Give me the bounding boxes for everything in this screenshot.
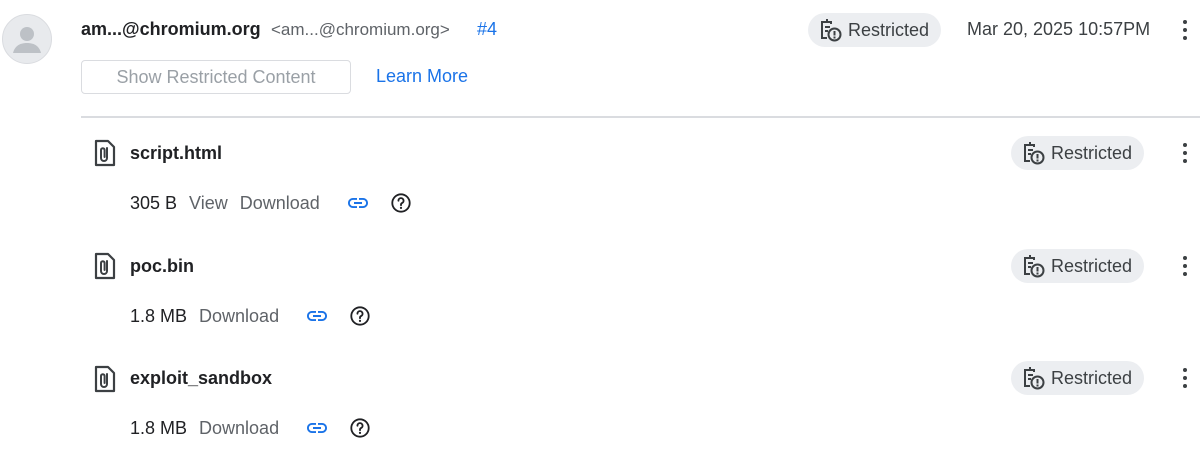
restricted-icon <box>821 19 842 42</box>
person-avatar-icon <box>13 27 41 53</box>
restricted-icon <box>1024 255 1045 278</box>
author-name[interactable]: am...@chromium.org <box>81 19 261 40</box>
view-link[interactable]: View <box>189 193 228 214</box>
comment-more-menu[interactable] <box>1180 18 1190 42</box>
attachment-more-menu[interactable] <box>1180 366 1190 390</box>
help-circle-icon[interactable] <box>390 192 412 214</box>
attachment-size: 305 B <box>130 192 178 213</box>
attachment-restricted-badge[interactable]: Restricted <box>1011 136 1145 170</box>
comment-number-link[interactable]: #4 <box>477 19 497 40</box>
attachment-restricted-badge[interactable]: Restricted <box>1011 361 1145 395</box>
divider <box>81 116 1200 118</box>
paperclip-file-icon <box>94 139 116 167</box>
restricted-icon <box>1024 142 1045 165</box>
attachment-more-menu[interactable] <box>1180 141 1190 165</box>
restricted-label: Restricted <box>1051 367 1133 388</box>
comment-timestamp: Mar 20, 2025 10:57PM <box>967 19 1151 39</box>
link-icon[interactable] <box>305 416 329 440</box>
attachment-restricted-badge[interactable]: Restricted <box>1011 249 1145 283</box>
link-icon[interactable] <box>305 304 329 328</box>
download-link[interactable]: Download <box>199 306 279 327</box>
attachment-name[interactable]: exploit_sandbox <box>130 368 272 389</box>
restricted-label: Restricted <box>1051 142 1133 163</box>
attachment-name[interactable]: script.html <box>130 143 222 164</box>
author-email: <am...@chromium.org> <box>271 20 450 39</box>
attachment-more-menu[interactable] <box>1180 254 1190 278</box>
help-circle-icon[interactable] <box>349 417 371 439</box>
paperclip-file-icon <box>94 365 116 393</box>
restricted-label: Restricted <box>848 19 930 40</box>
restricted-label: Restricted <box>1051 255 1133 276</box>
help-circle-icon[interactable] <box>349 305 371 327</box>
link-icon[interactable] <box>346 191 370 215</box>
download-link[interactable]: Download <box>199 418 279 439</box>
attachment-size: 1.8 MB <box>130 417 188 438</box>
download-link[interactable]: Download <box>240 193 320 214</box>
paperclip-file-icon <box>94 252 116 280</box>
avatar <box>2 14 52 64</box>
attachment-size: 1.8 MB <box>130 305 188 326</box>
attachment-meta: 1.8 MB Download <box>130 416 371 440</box>
comment-restricted-badge[interactable]: Restricted <box>808 13 942 47</box>
show-restricted-button[interactable]: Show Restricted Content <box>81 60 351 94</box>
restricted-icon <box>1024 367 1045 390</box>
learn-more-link[interactable]: Learn More <box>376 66 468 87</box>
attachment-name[interactable]: poc.bin <box>130 256 194 277</box>
attachment-meta: 305 B View Download <box>130 191 412 215</box>
attachment-meta: 1.8 MB Download <box>130 304 371 328</box>
